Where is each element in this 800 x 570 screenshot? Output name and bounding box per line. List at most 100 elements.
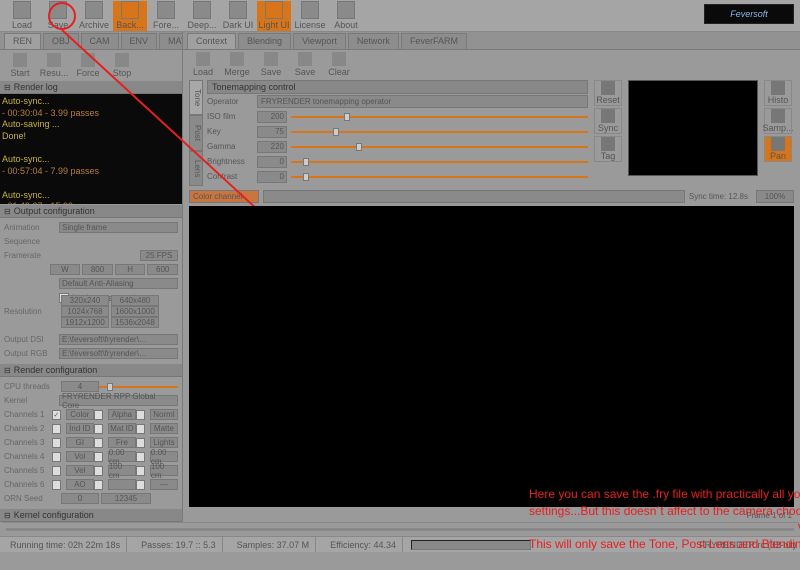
channel-field[interactable]: 0.00 cm [150,451,178,462]
about-button[interactable]: About [329,1,363,31]
stop-button[interactable]: Stop [106,52,138,78]
channel-field[interactable]: Matte [150,423,178,434]
tab-cam[interactable]: CAM [81,33,119,49]
channel-checkbox[interactable] [52,424,61,434]
channel-field[interactable]: Mat ID [108,423,136,434]
render-config-header[interactable]: Render configuration [0,363,182,377]
tone-key-field[interactable]: 75 [257,126,287,138]
dark-ui-button[interactable]: Dark UI [221,1,255,31]
channel-field[interactable]: 0.00 cm [108,451,136,462]
resolution-preset[interactable]: 1600x1000 [111,306,159,317]
tone-tab-tone[interactable]: Tone [189,80,203,115]
viewport[interactable]: Here you can save the .fry file with pra… [189,206,794,507]
channel-field[interactable]: 100 cm [108,465,136,476]
render-log-header[interactable]: Render log [0,80,182,94]
tone-gamma-slider[interactable] [291,141,588,153]
tab-network[interactable]: Network [348,33,399,49]
ctx-load-button[interactable]: Load [187,51,219,77]
ctx-clear-button[interactable]: Clear [323,51,355,77]
resolution-preset[interactable]: 320x240 [61,295,109,306]
resolution-preset[interactable]: 1024x768 [61,306,109,317]
animation-select[interactable]: Single frame [59,222,178,233]
deep-ui-button[interactable]: Deep... [185,1,219,31]
tone-iso film-slider[interactable] [291,111,588,123]
tab-obj[interactable]: OBJ [43,33,79,49]
output-rgb-field[interactable]: E:\feversoft\fryrender\… [59,348,178,359]
cpu-threads-field[interactable]: 4 [61,381,99,392]
pan-button[interactable]: Pan [764,136,792,162]
archive-button[interactable]: Archive [77,1,111,31]
channel-checkbox[interactable] [52,480,61,490]
height-field[interactable]: 600 [147,264,178,275]
operator-select[interactable]: FRYRENDER tonemapping operator [257,95,588,108]
channel-field[interactable]: Vol [66,451,94,462]
tab-mat[interactable]: MAT [159,33,183,49]
tag-button[interactable]: Tag [594,136,622,162]
color-channel-value[interactable] [263,190,685,203]
tone-tab-lens[interactable]: Lens [189,151,203,186]
channel-field[interactable] [108,479,136,490]
channel-checkbox[interactable] [52,452,61,462]
histo-button[interactable]: Histo [764,80,792,106]
zoom-field[interactable]: 100% [756,190,794,203]
tab-env[interactable]: ENV [121,33,158,49]
tone-key-slider[interactable] [291,126,588,138]
kernel-config-header[interactable]: Kernel configuration [0,508,182,522]
channel-checkbox[interactable] [136,452,145,462]
channel-checkbox[interactable] [52,438,61,448]
framerate-field[interactable]: 25 FPS [140,250,178,261]
channel-field[interactable]: 100 cm [150,465,178,476]
reset-button[interactable]: Reset [594,80,622,106]
resolution-preset[interactable]: 1912x1200 [61,317,109,328]
foreground-button[interactable]: Fore... [149,1,183,31]
aa-select[interactable]: Default Anti-Aliasing [59,278,178,289]
tone-iso film-field[interactable]: 200 [257,111,287,123]
tone-gamma-field[interactable]: 220 [257,141,287,153]
force-button[interactable]: Force [72,52,104,78]
resolution-preset[interactable]: 640x480 [111,295,159,306]
samples-button[interactable]: Samp... [764,108,792,134]
channel-checkbox[interactable] [136,438,145,448]
channel-checkbox[interactable] [52,466,61,476]
tone-contrast-slider[interactable] [291,171,588,183]
ctx-save-button[interactable]: Save [255,51,287,77]
channel-checkbox[interactable] [136,410,145,420]
background-button[interactable]: Back... [113,1,147,31]
tone-contrast-field[interactable]: 0 [257,171,287,183]
tab-blending[interactable]: Blending [238,33,291,49]
output-dsi-field[interactable]: E:\feversoft\fryrender\… [59,334,178,345]
color-channel-select[interactable]: Color channel [189,190,259,203]
channel-checkbox[interactable] [94,466,103,476]
channel-checkbox[interactable] [94,438,103,448]
channel-checkbox[interactable] [136,466,145,476]
channel-checkbox[interactable] [94,410,103,420]
load-button[interactable]: Load [5,1,39,31]
channel-field[interactable]: Norml [150,409,178,420]
save-button[interactable]: Save [41,1,75,31]
channel-field[interactable]: Vel [66,465,94,476]
channel-field[interactable]: Alpha [108,409,136,420]
light-ui-button[interactable]: Light UI [257,1,291,31]
resolution-preset[interactable]: 1536x2048 [111,317,159,328]
channel-checkbox[interactable] [136,424,145,434]
tab-viewport[interactable]: Viewport [293,33,346,49]
channel-checkbox[interactable] [94,480,103,490]
sync-button[interactable]: Sync [594,108,622,134]
channel-checkbox[interactable] [94,424,103,434]
channel-checkbox[interactable]: ✓ [52,410,61,420]
tab-ren[interactable]: REN [4,33,41,49]
channel-checkbox[interactable] [136,480,145,490]
width-field[interactable]: 800 [82,264,113,275]
ctx-merge-button[interactable]: Merge [221,51,253,77]
channel-field[interactable]: — [150,479,178,490]
kernel-select[interactable]: FRYRENDER RPP Global Core [59,395,178,406]
tab-context[interactable]: Context [187,33,236,49]
channel-field[interactable]: Color [66,409,94,420]
orn-seed-field[interactable]: 0 [61,493,99,504]
tab-feverfarm[interactable]: FeverFARM [401,33,467,49]
channel-field[interactable]: AO [66,479,94,490]
channel-field[interactable]: Ind ID [66,423,94,434]
resume-button[interactable]: Resu... [38,52,70,78]
preview-thumbnail[interactable] [628,80,758,176]
channel-field[interactable]: Fre [108,437,136,448]
